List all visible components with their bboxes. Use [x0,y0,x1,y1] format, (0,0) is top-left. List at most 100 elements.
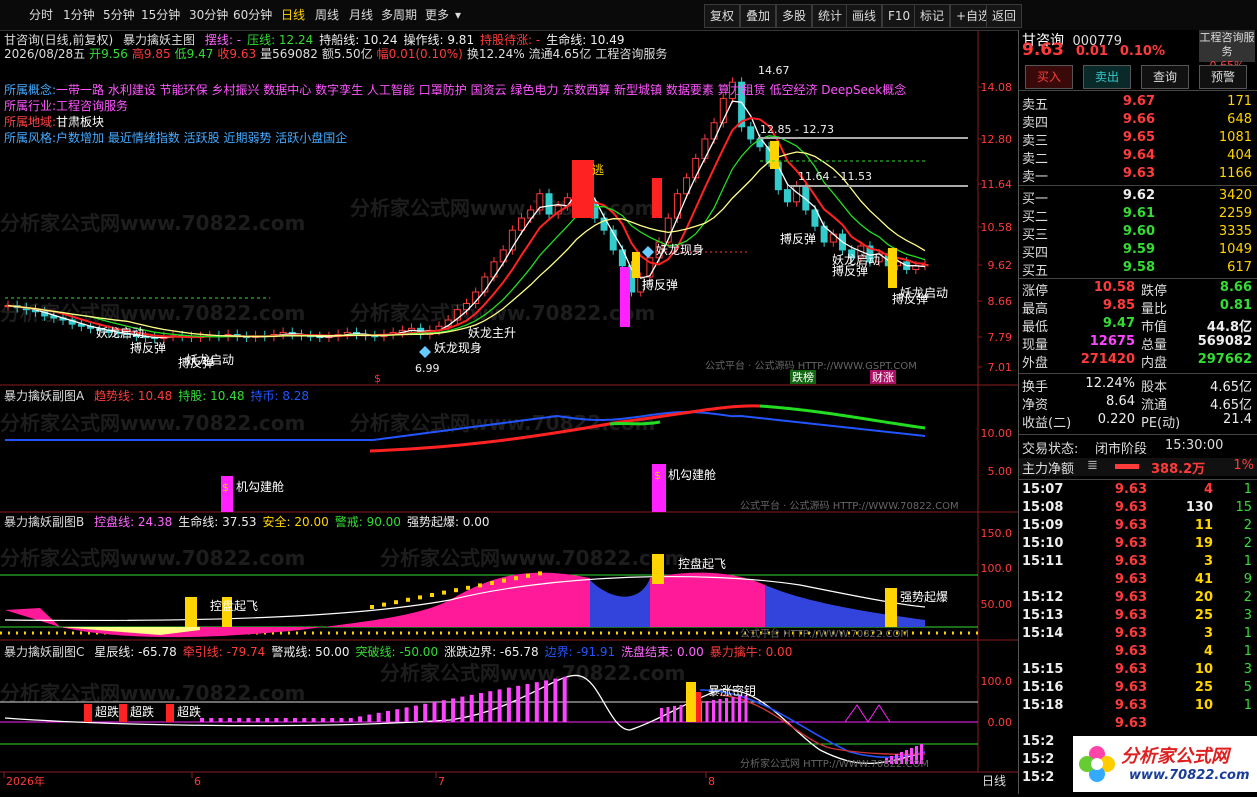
quote-item-9: 流通4.65亿 [528,47,592,61]
dollar-label: $ [654,469,661,482]
bid-row[interactable]: 买四 9.59 1049 [1019,242,1257,261]
tool-button-8[interactable]: 返回 [986,4,1023,28]
bid-row-volume: 617 [1227,260,1252,275]
sub-c-name[interactable]: 暴力擒妖副图C [4,645,84,659]
tick-price: 9.63 [1114,698,1147,713]
tick-price: 9.63 [1114,536,1147,551]
bid-row[interactable]: 买一 9.62 3420 [1019,188,1257,207]
wash-bar [666,707,670,722]
tick-volume: 41 [1194,572,1213,587]
period-tab-6[interactable]: 日线 [278,5,308,25]
sub-a-name[interactable]: 暴力擒妖副图A [4,389,84,403]
candle-body [692,157,700,179]
period-tab-7[interactable]: 周线 [312,5,342,25]
ask-row[interactable]: 卖四 9.66 648 [1019,112,1257,131]
tool-button-5[interactable]: F10 [882,4,917,28]
launch-label: 妖龙启动 [186,353,234,367]
sub-c-param-7: 暴力擒牛: 0.00 [709,645,793,659]
tick-row: 9.63 41 9 [1019,572,1257,590]
bid-row[interactable]: 买二 9.61 2259 [1019,206,1257,225]
divider [1019,278,1257,279]
source-text: 公式平台 · 公式源码 HTTP://WWW.GSPT.COM [705,359,917,372]
period-tab-8[interactable]: 月线 [346,5,376,25]
sub-c-param-0: 星辰线: -65.78 [94,645,177,659]
watermark: 分析家公式网www.70822.com [0,411,305,435]
ask-row[interactable]: 卖一 9.63 1166 [1019,166,1257,185]
trade-button-1[interactable]: 卖出 [1083,65,1131,89]
tool-button-1[interactable]: 叠加 [740,4,777,28]
period-tab-5[interactable]: 60分钟 [230,5,275,25]
dot-marker [430,593,434,597]
ask-row[interactable]: 卖五 9.67 171 [1019,94,1257,113]
quote-panel: 甘咨询 000779 工程咨询服务 0.65% 9.63 0.01 0.10% … [1018,30,1257,794]
sub-b-name[interactable]: 暴力擒妖副图B [4,515,84,529]
ask-row[interactable]: 卖二 9.64 404 [1019,148,1257,167]
tool-button-0[interactable]: 复权 [704,4,741,28]
period-tab-3[interactable]: 15分钟 [138,5,183,25]
quote-item-10: 工程咨询服务 [595,47,668,61]
tick-deals: 2 [1243,518,1252,533]
industry-badge[interactable]: 工程咨询服务 0.65% [1199,30,1255,72]
dot-marker [514,576,518,581]
bid-row[interactable]: 买三 9.60 3335 [1019,224,1257,243]
ask-row-label: 卖四 [1022,116,1049,131]
main-rise-label: 妖龙主升 [468,326,516,340]
stat-label: 市值 [1141,320,1168,335]
sub-c-param-2: 警戒线: 50.00 [271,645,350,659]
oversold-label: 超跌 [95,704,119,719]
wash-bar [679,705,683,722]
main-net-row[interactable]: 主力净额 ≣ 388.2万 1% [1019,458,1257,477]
limit-tag: 财涨 [872,370,894,384]
sub-c-param-4: 涨跌边界: -65.78 [444,645,539,659]
more-chevron-icon[interactable]: ▾ [452,5,464,25]
logo-text: 分析家公式网 [1121,746,1229,767]
dot-marker [454,588,458,593]
sub-c-param-3: 突破线: -50.00 [355,645,439,659]
period-tab-1[interactable]: 1分钟 [60,5,98,25]
bid-row[interactable]: 买五 9.58 617 [1019,260,1257,279]
tick-time: 15:2 [1022,752,1055,767]
tick-row: 15:12 9.63 20 2 [1019,590,1257,608]
tick-volume: 20 [1194,590,1213,605]
dragon-label: 妖龙现身 [656,242,704,257]
trade-button-3[interactable]: 预警 [1199,65,1247,89]
stat-row: 最高 9.85 量比 0.81 [1019,298,1257,317]
period-tab-9[interactable]: 多周期 [378,5,420,25]
y-tick-label: 9.62 [988,259,1013,272]
machine-hook-label: 机勾建舱 [236,480,284,494]
tick-time: 15:2 [1022,770,1055,785]
ask-row[interactable]: 卖三 9.65 1081 [1019,130,1257,149]
trade-button-2[interactable]: 查询 [1141,65,1189,89]
control-takeoff-label: 控盘起飞 [210,598,258,613]
ask-row-price: 9.65 [1122,130,1155,145]
wash-bar [330,718,335,722]
stat-row: 外盘 271420 内盘 297662 [1019,352,1257,371]
chart-area: 分析家公式网www.70822.com 分析家公式网www.70822.com 分析… [0,30,1018,794]
tool-button-6[interactable]: 标记 [914,4,951,28]
stat-value: 9.47 [1102,316,1135,331]
period-tab-10[interactable]: 更多 [422,5,452,25]
wash-bar [731,697,735,722]
trade-button-0[interactable]: 买入 [1025,65,1073,89]
sub-b-param-2: 安全: 20.00 [262,515,329,529]
stat-value: 0.220 [1097,412,1135,427]
oversold-label: 超跌 [177,704,201,719]
signal-bar [632,252,640,278]
wash-bar [367,714,372,722]
hold-stock-line [759,404,926,430]
stat-value: 21.4 [1223,412,1252,427]
wash-bar [725,698,728,722]
quote-line: 2026/08/28五 开9.56 高9.85 低9.47 收9.63 量569082 额5… [4,45,671,62]
industry-badge-name: 工程咨询服务 [1199,31,1255,58]
y-tick-label: 7.01 [988,361,1013,374]
period-tab-2[interactable]: 5分钟 [100,5,138,25]
tool-button-2[interactable]: 多股 [776,4,813,28]
tool-button-3[interactable]: 统计 [812,4,849,28]
tick-volume: 130 [1185,500,1213,515]
period-tab-0[interactable]: 分时 [26,5,56,25]
quote-item-4: 收9.63 [217,47,257,61]
period-tab-4[interactable]: 30分钟 [186,5,231,25]
wash-bar [255,718,260,722]
stat-row: 涨停 10.58 跌停 8.66 [1019,280,1257,299]
tool-button-4[interactable]: 画线 [846,4,883,28]
